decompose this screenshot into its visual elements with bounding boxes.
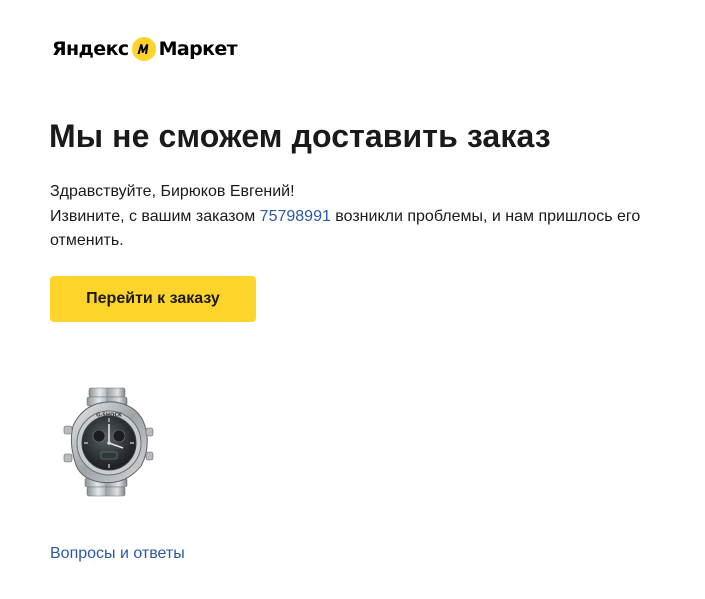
logo-text-market: Маркет	[158, 38, 238, 60]
product-image[interactable]: G-SHOCK	[55, 382, 159, 506]
message-before: Извините, с вашим заказом	[50, 207, 260, 225]
message-body: Здравствуйте, Бирюков Евгений! Извините,…	[50, 180, 660, 254]
page-title: Мы не сможем доставить заказ	[49, 118, 551, 154]
watch-image-icon: G-SHOCK	[63, 387, 154, 497]
go-to-order-button[interactable]: Перейти к заказу	[50, 276, 256, 322]
yandex-market-logo[interactable]: Яндекс Маркет	[52, 35, 238, 63]
cancellation-message: Извините, с вашим заказом 75798991 возни…	[50, 205, 660, 254]
svg-text:G-SHOCK: G-SHOCK	[96, 413, 123, 419]
order-number-link[interactable]: 75798991	[260, 208, 331, 225]
greeting-text: Здравствуйте, Бирюков Евгений!	[50, 183, 295, 200]
market-mark-icon	[131, 37, 156, 61]
logo-text-yandex: Яндекс	[52, 38, 129, 60]
faq-link[interactable]: Вопросы и ответы	[50, 545, 185, 563]
